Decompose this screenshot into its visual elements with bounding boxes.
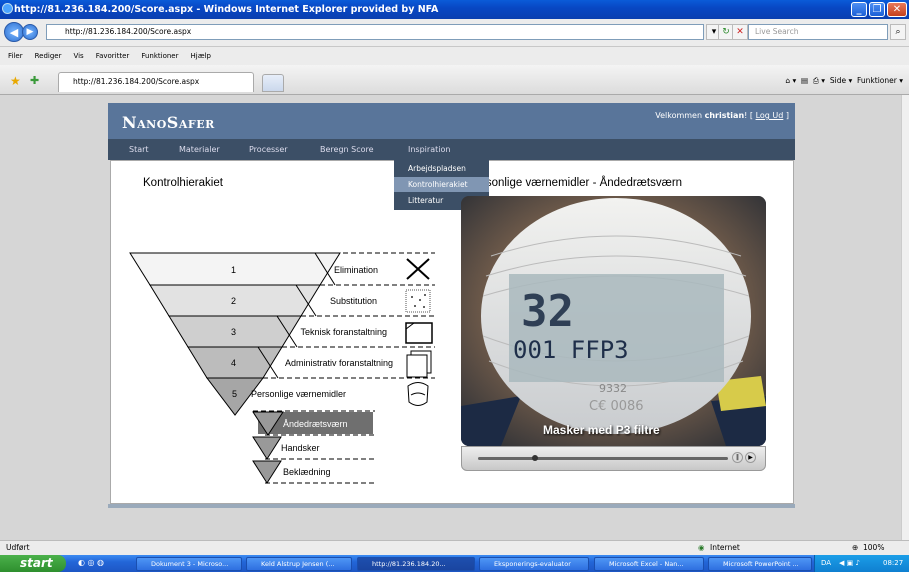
nav-processer[interactable]: Processer xyxy=(249,139,288,160)
welcome-end: ] xyxy=(783,111,789,120)
task-excel[interactable]: Microsoft Excel - Nan... xyxy=(594,557,704,571)
level-2-number: 2 xyxy=(231,296,236,306)
progress-handle[interactable] xyxy=(532,455,538,461)
favorites-star-icon[interactable]: ★ xyxy=(10,74,21,88)
task-explorer[interactable]: Eksponerings-evaluator xyxy=(479,557,589,571)
pause-button[interactable]: ‖ xyxy=(732,452,743,463)
progress-track[interactable] xyxy=(478,457,728,460)
zoom-icon[interactable]: ⊕ xyxy=(852,541,858,555)
start-button[interactable]: start xyxy=(0,555,66,572)
ppe-mask-icon xyxy=(407,382,429,406)
quicklaunch-icons[interactable]: ◐ ◎ ◍ xyxy=(78,558,104,567)
panel-footer-bar xyxy=(108,504,795,508)
dropdown-arbejdspladsen[interactable]: Arbejdspladsen xyxy=(394,161,489,176)
username: christian xyxy=(704,111,745,120)
title-bar: http://81.236.184.200/Score.aspx - Windo… xyxy=(0,0,909,19)
stop-icon[interactable]: ✕ xyxy=(732,24,748,40)
menu-favoritter[interactable]: Favoritter xyxy=(96,52,130,60)
page-menu[interactable]: Side xyxy=(830,76,846,85)
menu-bar: Filer Rediger Vis Favoritter Funktioner Hjælp xyxy=(0,47,909,65)
menu-vis[interactable]: Vis xyxy=(73,52,83,60)
nav-beregn-score[interactable]: Beregn Score xyxy=(320,139,374,160)
nav-inspiration[interactable]: Inspiration xyxy=(394,139,489,160)
zoom-level[interactable]: 100% xyxy=(863,541,884,555)
zone-label: Internet xyxy=(710,543,740,552)
forward-button[interactable]: ▶ xyxy=(22,24,38,40)
new-tab-button[interactable] xyxy=(262,74,284,92)
sublevel-3-label[interactable]: Beklædning xyxy=(283,467,331,477)
home-icon[interactable]: ⌂ ▾ xyxy=(785,76,796,85)
system-tray: DA ◀ ▣ ♪ 08:27 xyxy=(814,555,909,572)
task-powerpoint[interactable]: Microsoft PowerPoint ... xyxy=(708,557,812,571)
level-4-number: 4 xyxy=(231,358,236,368)
nav-materialer[interactable]: Materialer xyxy=(179,139,220,160)
mask-illustration: 32 001 FFP3 9332 C€ 0086 xyxy=(461,196,766,446)
elimination-icon xyxy=(405,257,431,281)
level-2-label: Substitution xyxy=(330,296,377,306)
search-icon[interactable]: ⌕ xyxy=(890,24,906,40)
nav-start[interactable]: Start xyxy=(129,139,149,160)
maximize-button[interactable]: ❐ xyxy=(869,2,885,17)
tab-row: ★ ✚ http://81.236.184.200/Score.aspx ⌂ ▾… xyxy=(0,65,909,95)
print-icon[interactable]: ⎙ ▾ xyxy=(813,76,825,85)
status-bar: Udført ◉ Internet ⊕ 100% xyxy=(0,540,909,555)
level-1-label: Elimination xyxy=(334,265,378,275)
mask-photo: 32 001 FFP3 9332 C€ 0086 xyxy=(461,196,766,446)
technical-icon xyxy=(405,322,433,344)
internet-zone-icon: ◉ xyxy=(698,543,705,552)
address-toolbar: ◀ ▶ http://81.236.184.200/Score.aspx ▾ ↻… xyxy=(0,19,909,47)
mask-ce-mark: C€ 0086 xyxy=(589,399,644,414)
welcome-suffix: ! [ xyxy=(744,111,756,120)
ie-icon xyxy=(2,3,13,14)
substitution-icon xyxy=(405,289,431,313)
close-button[interactable]: ✕ xyxy=(887,2,907,17)
mask-small-number: 9332 xyxy=(599,382,627,395)
mask-code: 001 FFP3 xyxy=(513,336,629,364)
feeds-icon[interactable]: ▤ xyxy=(801,76,808,85)
task-keld[interactable]: Keld Alstrup Jensen (... xyxy=(246,557,352,571)
next-button[interactable]: ▶ xyxy=(745,452,756,463)
clock: 08:27 xyxy=(883,559,904,567)
status-text: Udført xyxy=(6,543,30,552)
mask-number: 32 xyxy=(521,286,574,337)
dropdown-kontrolhierakiet[interactable]: Kontrolhierakiet xyxy=(394,177,489,192)
left-heading: Kontrolhierakiet xyxy=(143,177,223,189)
logout-link[interactable]: Log Ud xyxy=(756,111,784,120)
menu-filer[interactable]: Filer xyxy=(8,52,23,60)
window-title: http://81.236.184.200/Score.aspx - Windo… xyxy=(14,4,439,15)
browser-tab[interactable]: http://81.236.184.200/Score.aspx xyxy=(58,72,254,92)
menu-hjaelp[interactable]: Hjælp xyxy=(190,52,210,60)
welcome-text: Velkommen christian! [ Log Ud ] xyxy=(0,111,789,120)
tray-icons[interactable]: ◀ ▣ ♪ xyxy=(839,555,860,572)
menu-rediger[interactable]: Rediger xyxy=(35,52,62,60)
vertical-scrollbar[interactable] xyxy=(901,95,909,540)
level-3-label: Teknisk foranstaltning xyxy=(300,327,387,337)
sub-triangle-2 xyxy=(252,436,282,460)
command-bar: ⌂ ▾ ▤ ⎙ ▾ Side ▾ Funktioner ▾ xyxy=(785,76,903,85)
language-indicator[interactable]: DA xyxy=(821,555,831,572)
administrative-icon xyxy=(406,350,432,378)
level-5-label: Personlige værnemidler xyxy=(251,389,346,399)
slideshow-controls: ‖ ▶ xyxy=(461,446,766,471)
sublevel-1-label[interactable]: Åndedrætsværn xyxy=(283,419,348,429)
level-5-number: 5 xyxy=(232,389,237,399)
welcome-prefix: Velkommen xyxy=(655,111,705,120)
back-button[interactable]: ◀ xyxy=(4,22,24,42)
level-1-number: 1 xyxy=(231,265,236,275)
search-input[interactable]: Live Search xyxy=(748,24,888,40)
task-ie[interactable]: http://81.236.184.20... xyxy=(357,557,475,571)
tools-menu[interactable]: Funktioner xyxy=(857,76,897,85)
minimize-button[interactable]: _ xyxy=(851,2,867,17)
task-word[interactable]: Dokument 3 - Microso... xyxy=(136,557,242,571)
photo-caption: Masker med P3 filtre xyxy=(543,423,660,437)
menu-funktioner[interactable]: Funktioner xyxy=(141,52,178,60)
control-hierarchy-diagram: 1 2 3 4 5 Elimination Substitution Tekni… xyxy=(129,252,435,484)
right-heading: rsonlige værnemidler - Åndedrætsværn xyxy=(482,177,683,189)
address-input[interactable]: http://81.236.184.200/Score.aspx xyxy=(46,24,704,40)
sublevel-2-label[interactable]: Handsker xyxy=(281,443,320,453)
level-4-label: Administrativ foranstaltning xyxy=(285,358,393,368)
sub-triangle-3 xyxy=(252,460,282,484)
add-favorite-icon[interactable]: ✚ xyxy=(30,74,39,87)
level-3-number: 3 xyxy=(231,327,236,337)
